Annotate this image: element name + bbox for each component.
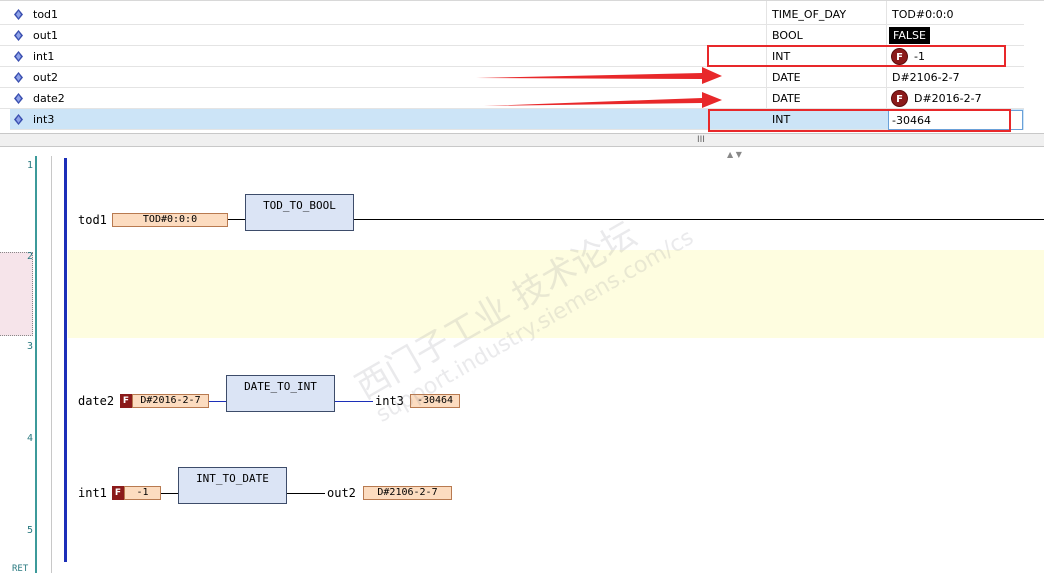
variable-value[interactable]: D#2106-2-7 xyxy=(892,71,960,84)
arrow-to-date2 xyxy=(484,92,722,108)
variable-icon xyxy=(14,93,23,104)
function-block-name: INT_TO_DATE xyxy=(196,472,269,485)
variable-icon xyxy=(14,9,23,20)
gutter-divider xyxy=(51,156,52,573)
variable-icon xyxy=(14,51,23,62)
variable-type: DATE xyxy=(772,71,801,84)
pane-splitter[interactable]: III xyxy=(0,133,1044,147)
variable-row-out1[interactable]: out1 BOOL FALSE xyxy=(0,25,1024,46)
network-number[interactable]: 5 xyxy=(27,525,33,536)
network-number[interactable]: 4 xyxy=(27,433,33,444)
variable-name: int1 xyxy=(33,50,55,63)
input-variable-date2[interactable]: date2 xyxy=(78,394,114,408)
force-icon: F xyxy=(891,90,908,107)
variable-value-forced[interactable]: F D#2016-2-7 xyxy=(891,90,982,107)
function-block-int-to-date[interactable]: INT_TO_DATE xyxy=(178,467,287,504)
highlight-box-int3 xyxy=(708,109,1011,132)
gutter-divider xyxy=(35,156,37,573)
variable-name: date2 xyxy=(33,92,65,105)
fbd-editor[interactable]: 1 2 3 4 5 RET tod1 TOD#0:0:0 TOD_TO_BOOL… xyxy=(0,156,1044,573)
function-block-name: TOD_TO_BOOL xyxy=(263,199,336,212)
variable-value[interactable]: FALSE xyxy=(889,27,930,44)
online-value-box: -1 xyxy=(124,486,161,500)
power-rail xyxy=(64,158,67,562)
network-number[interactable]: 1 xyxy=(27,160,33,171)
variable-name: out2 xyxy=(33,71,59,84)
connection-line xyxy=(228,219,245,220)
function-block-name: DATE_TO_INT xyxy=(244,380,317,393)
force-marker-icon: F xyxy=(120,394,132,408)
online-value-box: D#2016-2-7 xyxy=(132,394,209,408)
variable-icon xyxy=(14,30,23,41)
function-block-tod-to-bool[interactable]: TOD_TO_BOOL xyxy=(245,194,354,231)
network-2-area[interactable] xyxy=(68,250,1044,338)
return-marker: RET xyxy=(12,564,29,573)
input-variable-tod1[interactable]: tod1 xyxy=(78,213,107,227)
highlight-box-int1 xyxy=(707,45,1006,67)
connection-line xyxy=(161,493,178,494)
output-variable-int3[interactable]: int3 xyxy=(375,394,404,408)
output-variable-out2[interactable]: out2 xyxy=(327,486,356,500)
input-variable-int1[interactable]: int1 xyxy=(78,486,107,500)
network-2-marker xyxy=(0,252,33,336)
connection-line xyxy=(287,493,325,494)
arrow-to-out2 xyxy=(476,67,722,84)
variable-value[interactable]: TOD#0:0:0 xyxy=(892,8,953,21)
function-block-date-to-int[interactable]: DATE_TO_INT xyxy=(226,375,335,412)
network-number[interactable]: 3 xyxy=(27,341,33,352)
line-number-gutter xyxy=(0,156,34,573)
variable-icon xyxy=(14,114,23,125)
variable-name: out1 xyxy=(33,29,59,42)
online-value-box: TOD#0:0:0 xyxy=(112,213,228,227)
annotation-arrows xyxy=(476,67,722,108)
variable-name: int3 xyxy=(33,113,55,126)
online-value-box: -30464 xyxy=(410,394,460,408)
variable-type: TIME_OF_DAY xyxy=(772,8,847,21)
network-number[interactable]: 2 xyxy=(27,251,33,262)
variable-name: tod1 xyxy=(33,8,59,21)
connection-line xyxy=(209,401,226,402)
variable-type: BOOL xyxy=(772,29,803,42)
variable-value: D#2016-2-7 xyxy=(914,92,982,105)
variable-type: DATE xyxy=(772,92,801,105)
force-marker-icon: F xyxy=(112,486,124,500)
connection-line xyxy=(354,219,1044,220)
variable-icon xyxy=(14,72,23,83)
online-value-box: D#2106-2-7 xyxy=(363,486,452,500)
variable-row-tod1[interactable]: tod1 TIME_OF_DAY TOD#0:0:0 xyxy=(0,4,1024,25)
splitter-grip-icon: III xyxy=(697,135,705,145)
connection-line xyxy=(335,401,373,402)
